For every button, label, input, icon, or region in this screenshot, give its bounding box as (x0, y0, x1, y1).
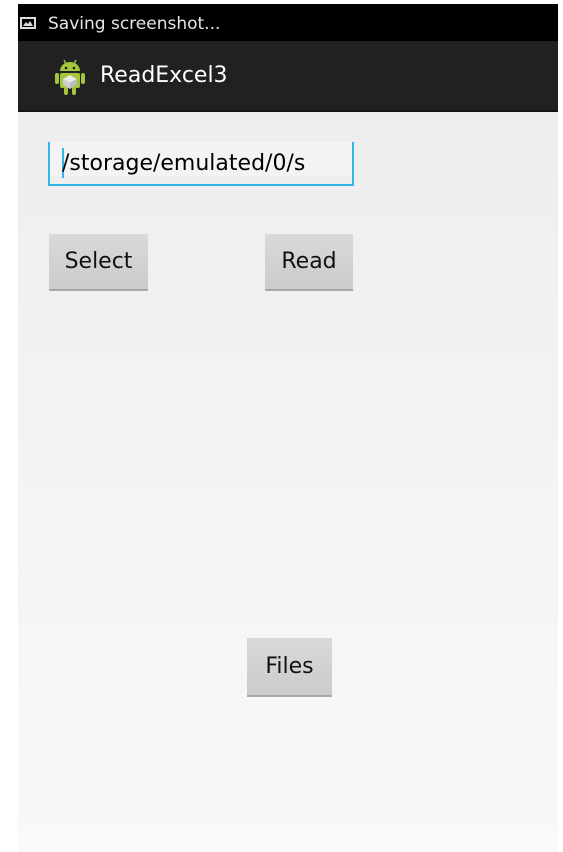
screenshot-icon (20, 17, 36, 29)
action-bar: ReadExcel3 (18, 41, 558, 112)
files-button[interactable]: Files (247, 638, 332, 697)
status-bar: Saving screenshot... (18, 4, 558, 41)
status-notification-text: Saving screenshot... (48, 14, 221, 34)
file-path-value: /storage/emulated/0/s (62, 151, 306, 176)
phone-screen: Saving screenshot... ReadExcel3 /storage… (18, 4, 558, 852)
android-icon[interactable] (54, 57, 86, 97)
file-path-input[interactable]: /storage/emulated/0/s (48, 142, 354, 186)
select-button[interactable]: Select (49, 234, 148, 291)
app-title: ReadExcel3 (100, 63, 228, 88)
read-button[interactable]: Read (265, 234, 353, 291)
